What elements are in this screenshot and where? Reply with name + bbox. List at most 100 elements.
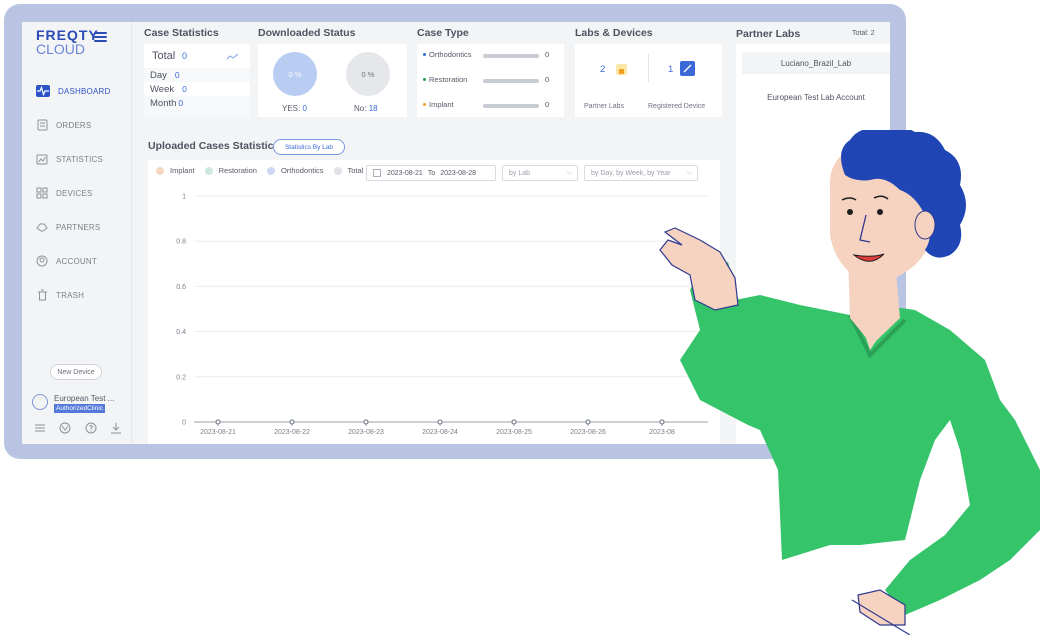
sweater-shape (680, 295, 1040, 615)
y-tick-label: 0 (182, 420, 186, 427)
y-tick-label: 0.6 (176, 284, 186, 291)
help-icon[interactable] (85, 421, 97, 434)
data-point-total[interactable] (363, 419, 369, 425)
partner-labs-icon (616, 64, 627, 75)
data-point-total[interactable] (585, 419, 591, 425)
y-tick-label: 0.2 (176, 374, 186, 381)
new-device-button[interactable]: New Device (50, 364, 102, 380)
logo-line-2: CLOUD (36, 41, 86, 57)
divider (648, 54, 649, 82)
case-type-label: Implant (429, 100, 454, 109)
data-point-total[interactable] (215, 419, 221, 425)
sidebar-item-statistics[interactable]: STATISTICS (30, 146, 126, 172)
sidebar-item-label: ORDERS (56, 120, 92, 130)
case-statistics-title: Case Statistics (144, 27, 219, 39)
month-value: 0 (178, 98, 184, 108)
x-tick-label: 2023-08-26 (570, 429, 606, 436)
x-tick-label: 2023-08-23 (348, 429, 384, 436)
uploaded-cases-chart: 0 0.2 0.4 0.6 0.8 1 2023-08-21 2023-08-22 2023-0… (176, 194, 708, 436)
case-type-restoration: Restoration (423, 75, 467, 84)
total-value: 0 (182, 51, 188, 61)
no-count: No: 18 (354, 104, 378, 113)
sidebar-footer (30, 420, 126, 434)
ear-shape (914, 210, 936, 240)
sidebar-nav: DASHBOARD ORDERS STATISTICS DEVICES PART… (30, 78, 126, 316)
case-type-bar (483, 54, 539, 58)
case-type-label: Orthodontics (429, 50, 472, 59)
case-type-bar (483, 104, 539, 108)
partner-labs-total: Total: 2 (852, 30, 875, 37)
grid-icon (36, 187, 48, 199)
sidebar-item-account[interactable]: ACCOUNT (30, 248, 126, 274)
data-point-total[interactable] (437, 419, 443, 425)
registered-devices-count: 1 (668, 64, 674, 75)
week-value: 0 (182, 84, 187, 94)
user-name: European Test ... (54, 394, 115, 403)
data-point-total[interactable] (511, 419, 517, 425)
sidebar-item-devices[interactable]: DEVICES (30, 180, 126, 206)
sidebar-item-partners[interactable]: PARTNERS (30, 214, 126, 240)
eye-shape (877, 209, 883, 215)
y-tick-label: 0.4 (176, 329, 186, 336)
x-tick-label: 2023-08-25 (496, 429, 532, 436)
yes-label: YES: (282, 104, 301, 113)
device-icon (680, 61, 695, 76)
x-tick-label: 2023-08-21 (200, 429, 236, 436)
case-type-bar (483, 79, 539, 83)
handshake-icon (36, 221, 48, 233)
sidebar-item-orders[interactable]: ORDERS (30, 112, 126, 138)
user-icon (36, 255, 48, 267)
labs-devices-card: 2 1 Partner Labs Registered Device (575, 44, 722, 117)
uploaded-stats-title: Uploaded Cases Statistics (148, 140, 280, 152)
sidebar-item-label: TRASH (56, 290, 85, 300)
case-statistics-card: Total 0 Day 0 Week 0 Month 0 (144, 44, 250, 117)
day-label: Day (150, 69, 167, 81)
month-label: Month (150, 97, 177, 109)
sidebar-item-trash[interactable]: TRASH (30, 282, 126, 308)
partner-labs-count: 2 (600, 64, 606, 75)
week-label: Week (150, 83, 175, 95)
data-point-total[interactable] (289, 419, 295, 425)
partner-lab-item[interactable]: Luciano_Brazil_Lab (742, 52, 890, 74)
partner-lab-item[interactable]: European Test Lab Account (742, 86, 890, 108)
raised-hand-shape (659, 227, 739, 311)
partner-labs-title: Partner Labs (736, 28, 801, 40)
case-type-title: Case Type (417, 27, 469, 39)
sidebar-item-label: DASHBOARD (58, 86, 111, 96)
statistics-by-lab-button[interactable]: Statistics By Lab (273, 139, 345, 155)
document-icon (36, 119, 48, 131)
user-role-badge: AuthorizedClinic (54, 404, 105, 413)
user-profile[interactable]: European Test ... AuthorizedClinic (30, 392, 130, 414)
sidebar-item-dashboard[interactable]: DASHBOARD (30, 78, 126, 104)
day-value: 0 (174, 70, 180, 80)
uploaded-chart-card: Implant Restoration Orthodontics Total 2… (148, 160, 720, 444)
sidebar-item-label: PARTNERS (56, 222, 101, 232)
app-logo[interactable]: FREQTY CLOUD (36, 28, 116, 58)
partner-labs-label: Partner Labs (584, 103, 625, 110)
no-donut: 0 % (346, 52, 390, 96)
pulse-icon (36, 85, 50, 97)
no-value: 18 (368, 104, 378, 113)
y-tick-label: 1 (182, 194, 186, 201)
month-row: Month 0 (144, 96, 250, 110)
x-tick-label: 2023-08-22 (274, 429, 310, 436)
download-icon[interactable] (110, 421, 122, 434)
collapse-menu-icon[interactable] (94, 32, 107, 42)
downloaded-status-card: 0 % 0 % YES: 0 No: 18 (258, 44, 407, 117)
language-icon[interactable] (59, 421, 71, 434)
yes-donut: 0 % (273, 52, 317, 96)
case-type-orthodontics: Orthodontics (423, 50, 472, 59)
sidebar-item-label: STATISTICS (56, 154, 104, 164)
case-type-value: 0 (545, 50, 550, 59)
case-type-value: 0 (545, 100, 550, 109)
menu-icon[interactable] (34, 421, 46, 433)
y-tick-label: 0.8 (176, 239, 186, 246)
case-type-implant: Implant (423, 100, 454, 109)
avatar (32, 394, 48, 410)
trend-icon[interactable] (226, 50, 240, 62)
trash-icon (36, 289, 48, 301)
x-tick-label: 2023-08-24 (422, 429, 458, 436)
day-row: Day 0 (144, 68, 250, 82)
yes-value: 0 (302, 104, 307, 113)
eye-shape (847, 209, 853, 215)
